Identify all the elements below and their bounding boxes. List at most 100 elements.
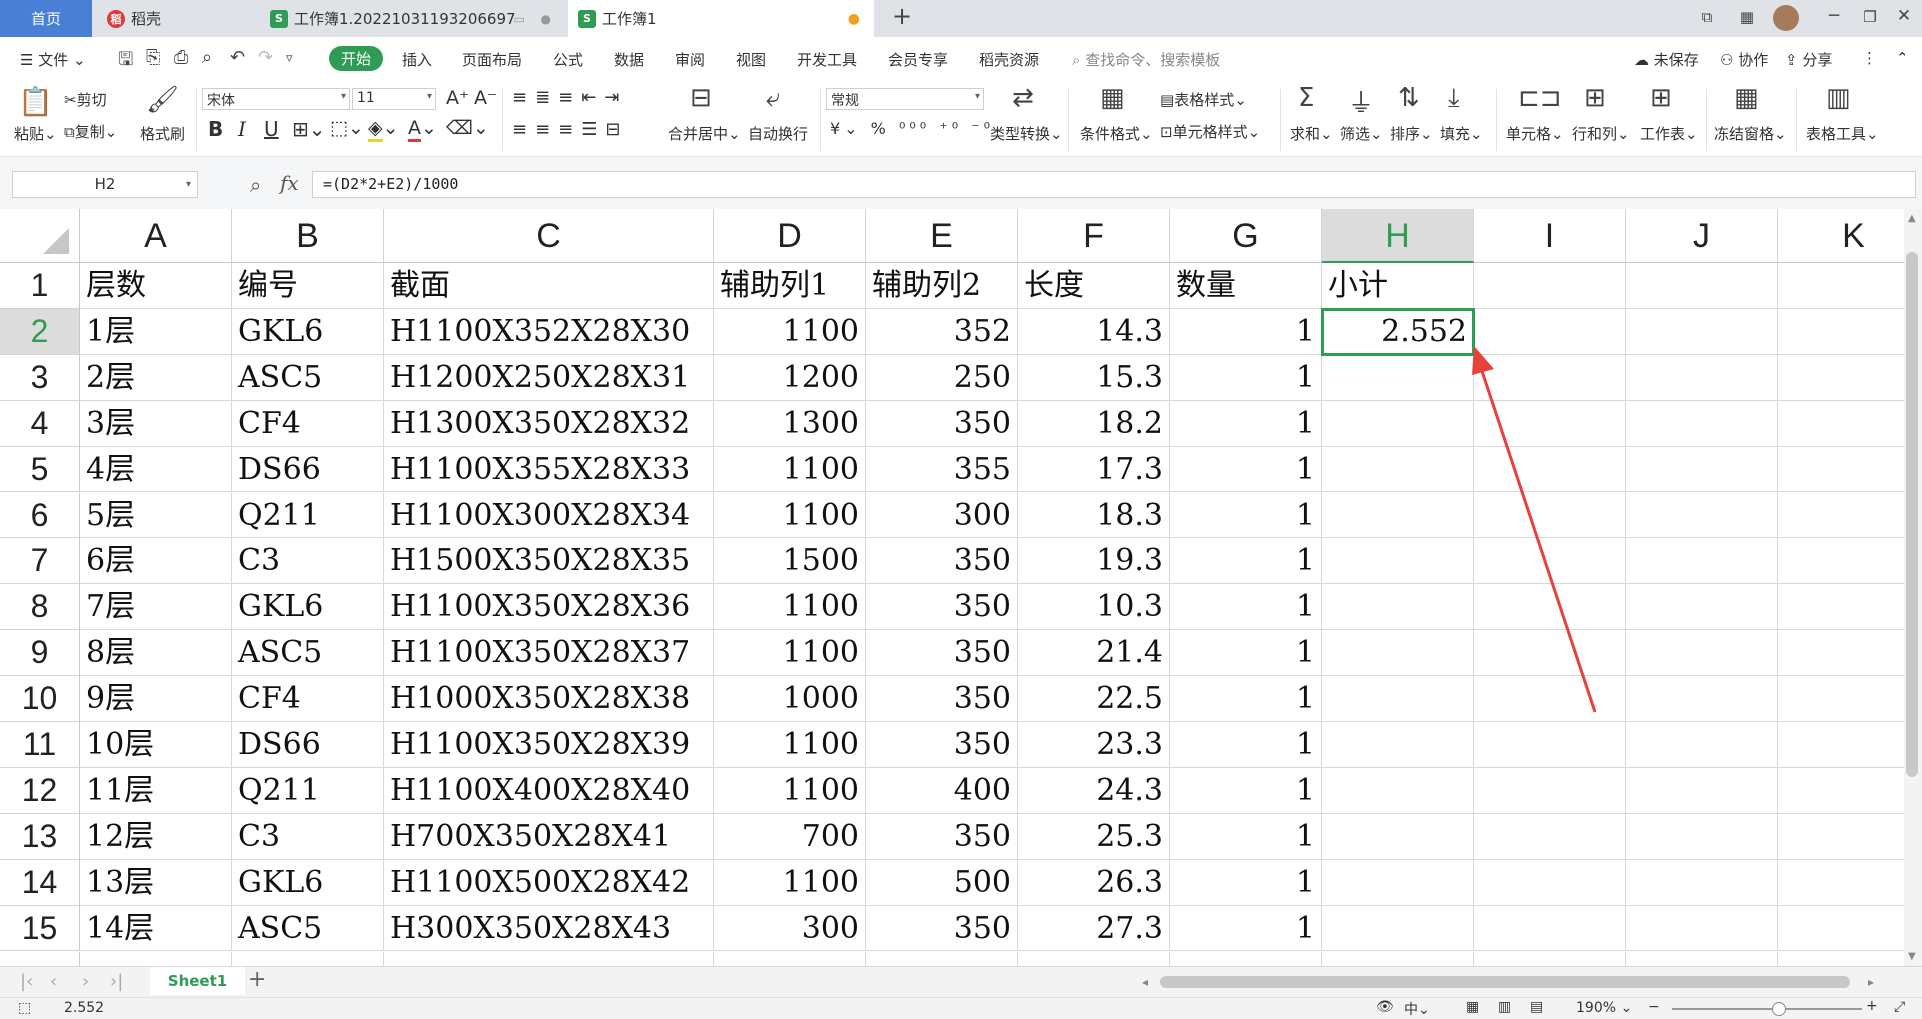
menu-view[interactable]: 视图 (736, 49, 766, 70)
cell-f6[interactable]: 18.3 (1018, 492, 1170, 539)
cell-g13[interactable]: 1 (1170, 813, 1322, 860)
number-format-icons[interactable]: ¥⌄ % ⁰⁰⁰ ⁺⁰ ⁻⁰ (830, 119, 994, 138)
rows-cols-button[interactable]: 行和列⌄ (1572, 123, 1630, 144)
cell-c3[interactable]: H1200X250X28X31 (384, 354, 714, 401)
row-header[interactable]: 11 (0, 722, 80, 768)
print-icon[interactable]: ⎙ (174, 47, 188, 68)
cell-f3[interactable]: 15.3 (1018, 354, 1170, 401)
cell-f14[interactable]: 26.3 (1018, 859, 1170, 906)
cell-j15[interactable] (1626, 905, 1778, 952)
cell-i13[interactable] (1474, 813, 1626, 860)
format-painter-button[interactable]: 格式刷 (140, 123, 185, 144)
increase-font-icon[interactable]: A⁺ (446, 87, 469, 109)
cell-j3[interactable] (1626, 354, 1778, 401)
cell-d10[interactable]: 1000 (714, 676, 866, 722)
row-header[interactable]: 1 (0, 263, 80, 309)
sum-button[interactable]: 求和⌄ (1290, 123, 1333, 144)
column-header-b[interactable]: B (232, 209, 384, 263)
row-header[interactable]: 7 (0, 538, 80, 585)
cell-a5[interactable]: 4层 (80, 446, 232, 493)
fx-icon[interactable]: fx (280, 171, 299, 195)
convert-icon[interactable]: ⇄ (1012, 83, 1034, 113)
cell-cpartial[interactable] (384, 951, 714, 966)
cell-a6[interactable]: 5层 (80, 492, 232, 539)
normal-view-icon[interactable]: ▦ (1466, 999, 1479, 1015)
copy-button[interactable]: ⧉复制⌄ (64, 121, 117, 142)
cell-f1[interactable]: 长度 (1018, 263, 1170, 309)
cell-a4[interactable]: 3层 (80, 400, 232, 447)
cell-d2[interactable]: 1100 (714, 308, 866, 355)
menu-data[interactable]: 数据 (614, 49, 644, 70)
cell-g11[interactable]: 1 (1170, 722, 1322, 768)
cell-j11[interactable] (1626, 722, 1778, 768)
cell-h8[interactable] (1322, 584, 1474, 631)
cell-i5[interactable] (1474, 446, 1626, 493)
fill-color-icon[interactable]: ◈⌄ (368, 117, 399, 142)
avatar[interactable] (1773, 5, 1799, 31)
freeze-icon[interactable]: ▦ (1734, 83, 1759, 113)
cell-b11[interactable]: DS66 (232, 722, 384, 768)
cell-a3[interactable]: 2层 (80, 354, 232, 401)
type-convert-button[interactable]: 类型转换⌄ (990, 123, 1063, 144)
cell-h2[interactable]: 2.552 (1321, 307, 1475, 356)
merge-icon[interactable]: ⊟ (690, 83, 712, 113)
cell-c6[interactable]: H1100X300X28X34 (384, 492, 714, 539)
cell-h4[interactable] (1322, 400, 1474, 447)
cell-c10[interactable]: H1000X350X28X38 (384, 676, 714, 722)
cell-f11[interactable]: 23.3 (1018, 722, 1170, 768)
cell-style-button[interactable]: ⊡单元格样式⌄ (1160, 121, 1260, 142)
next-sheet-icon[interactable]: › (82, 971, 89, 992)
cell-k12[interactable] (1778, 768, 1904, 814)
cell-gpartial[interactable] (1170, 951, 1322, 966)
cell-a15[interactable]: 14层 (80, 905, 232, 952)
save-icon[interactable]: 🖫 (118, 47, 133, 77)
last-sheet-icon[interactable]: ›| (110, 971, 123, 992)
table-tools-button[interactable]: 表格工具⌄ (1806, 123, 1879, 144)
command-search[interactable]: ⌕ 查找命令、搜索模板 (1072, 49, 1220, 70)
cell-i1[interactable] (1474, 263, 1626, 309)
cell-a8[interactable]: 7层 (80, 584, 232, 631)
cell-apartial[interactable] (80, 951, 232, 966)
apps-grid-icon[interactable]: ▦ (1733, 8, 1761, 26)
cell-e11[interactable]: 350 (866, 722, 1018, 768)
effects-icon[interactable]: ⬚⌄ (330, 117, 364, 139)
cell-g8[interactable]: 1 (1170, 584, 1322, 631)
cell-c12[interactable]: H1100X400X28X40 (384, 767, 714, 814)
font-name-select[interactable]: 宋体 ▾ (202, 88, 350, 110)
brush-icon[interactable]: 🖌 (146, 85, 179, 115)
cell-b2[interactable]: GKL6 (232, 308, 384, 355)
cell-b13[interactable]: C3 (232, 813, 384, 860)
cut-button[interactable]: ✂剪切 (64, 89, 107, 110)
cell-g1[interactable]: 数量 (1170, 263, 1322, 309)
cell-h12[interactable] (1322, 767, 1474, 814)
zoom-in-icon[interactable]: + (1866, 998, 1878, 1014)
row-header[interactable]: 14 (0, 859, 80, 906)
cell-a2[interactable]: 1层 (80, 308, 232, 355)
tab-home[interactable]: 首页 (0, 0, 92, 37)
cell-e2[interactable]: 352 (866, 308, 1018, 355)
fill-icon[interactable]: ⤓ (1448, 83, 1460, 114)
paste-icon[interactable]: 📋 (18, 85, 53, 118)
cell-bpartial[interactable] (232, 951, 384, 966)
column-header-i[interactable]: I (1474, 209, 1626, 263)
eraser-icon[interactable]: ⌫⌄ (446, 117, 489, 139)
row-header[interactable]: 5 (0, 446, 80, 493)
cell-k1[interactable] (1778, 263, 1904, 309)
cell-a1[interactable]: 层数 (80, 263, 232, 309)
cell-e12[interactable]: 400 (866, 767, 1018, 814)
cell-b9[interactable]: ASC5 (232, 630, 384, 677)
cell-c15[interactable]: H300X350X28X43 (384, 905, 714, 952)
cell-d8[interactable]: 1100 (714, 584, 866, 631)
cell-epartial[interactable] (866, 951, 1018, 966)
zoom-slider-thumb[interactable] (1772, 1002, 1786, 1016)
decrease-font-icon[interactable]: A⁻ (474, 87, 497, 109)
wrap-text-button[interactable]: 自动换行 (748, 123, 808, 144)
cell-d7[interactable]: 1500 (714, 538, 866, 585)
cell-c13[interactable]: H700X350X28X41 (384, 813, 714, 860)
zoom-formula-icon[interactable]: ⌕ (250, 173, 261, 197)
new-tab-button[interactable]: + (888, 2, 916, 30)
bold-button[interactable]: B (208, 117, 223, 141)
cell-h5[interactable] (1322, 446, 1474, 493)
cell-i6[interactable] (1474, 492, 1626, 539)
cell-j14[interactable] (1626, 859, 1778, 906)
